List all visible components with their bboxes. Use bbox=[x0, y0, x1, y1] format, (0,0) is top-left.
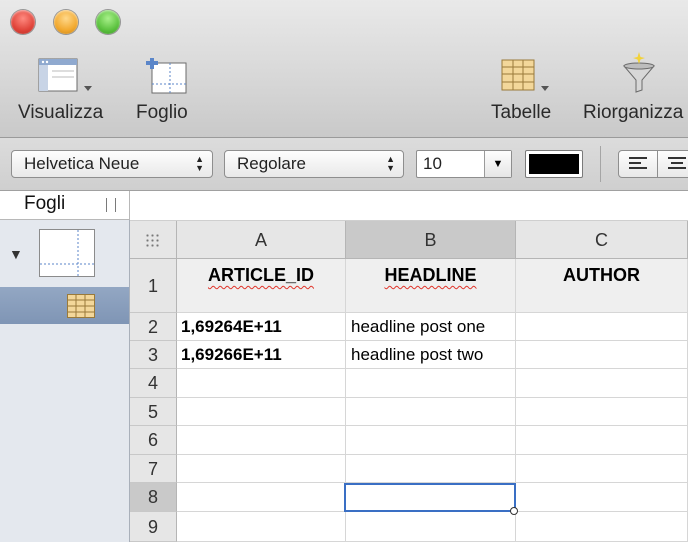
fill-handle[interactable] bbox=[510, 507, 518, 515]
table-cell[interactable] bbox=[177, 455, 346, 483]
table-cell[interactable] bbox=[516, 398, 688, 426]
align-center-button[interactable] bbox=[657, 151, 688, 177]
text-color-swatch bbox=[529, 154, 579, 174]
table-cell[interactable] bbox=[177, 369, 346, 398]
minimize-window-button[interactable] bbox=[54, 10, 78, 34]
align-center-icon bbox=[668, 157, 686, 172]
font-size-value[interactable]: 10 bbox=[423, 154, 442, 174]
disclosure-triangle-icon[interactable]: ▼ bbox=[9, 246, 23, 262]
table-cell[interactable] bbox=[516, 455, 688, 483]
sheet-thumbnail[interactable] bbox=[39, 229, 95, 277]
sheets-sidebar: ▼ bbox=[0, 220, 130, 542]
sheets-sidebar-header: Fogli bbox=[0, 191, 130, 220]
table-icon bbox=[67, 294, 95, 318]
font-size-combobox[interactable]: 10 ▼ bbox=[416, 150, 512, 178]
table-cell[interactable] bbox=[177, 483, 346, 512]
canvas-top-area bbox=[130, 191, 688, 221]
header-article-id: ARTICLE_ID bbox=[207, 265, 314, 285]
sidebar-item-sheet[interactable]: ▼ bbox=[0, 220, 129, 286]
row-header-8[interactable]: 8 bbox=[130, 483, 177, 512]
table-cell[interactable] bbox=[177, 398, 346, 426]
header-headline: HEADLINE bbox=[384, 265, 477, 285]
cell-c2[interactable] bbox=[516, 313, 688, 341]
row-header-9[interactable]: 9 bbox=[130, 512, 177, 542]
row-header-1[interactable]: 1 bbox=[130, 259, 177, 313]
table-cell[interactable] bbox=[346, 512, 516, 542]
table-header-cell[interactable]: AUTHOR bbox=[516, 259, 688, 313]
header-author: AUTHOR bbox=[563, 265, 640, 285]
column-header-b[interactable]: B bbox=[346, 221, 516, 259]
table-cell[interactable] bbox=[346, 426, 516, 455]
text-alignment-control bbox=[618, 150, 688, 178]
stepper-arrows-icon: ▲ ▼ bbox=[386, 154, 395, 173]
view-icon bbox=[38, 58, 92, 92]
column-header-c[interactable]: C bbox=[516, 221, 688, 259]
row-header-2[interactable]: 2 bbox=[130, 313, 177, 341]
sidebar-title: Fogli bbox=[24, 193, 66, 214]
align-left-button[interactable] bbox=[619, 151, 656, 177]
view-toolbar-label: Visualizza bbox=[18, 102, 104, 123]
table-cell[interactable] bbox=[346, 369, 516, 398]
table-icon bbox=[501, 59, 549, 91]
table-cell[interactable] bbox=[516, 426, 688, 455]
row-header-6[interactable]: 6 bbox=[130, 426, 177, 455]
table-cell[interactable] bbox=[346, 398, 516, 426]
table-cell[interactable] bbox=[177, 426, 346, 455]
row-header-7[interactable]: 7 bbox=[130, 455, 177, 483]
cell-b3[interactable]: headline post two bbox=[346, 341, 516, 369]
font-family-value: Helvetica Neue bbox=[24, 154, 140, 173]
format-bar-divider bbox=[600, 146, 601, 182]
close-window-button[interactable] bbox=[11, 10, 35, 34]
font-family-popup[interactable]: Helvetica Neue ▲ ▼ bbox=[11, 150, 213, 178]
font-style-value: Regolare bbox=[237, 154, 306, 173]
table-cell[interactable] bbox=[516, 369, 688, 398]
table-cell[interactable] bbox=[346, 455, 516, 483]
zoom-window-button[interactable] bbox=[96, 10, 120, 34]
table-cell[interactable] bbox=[516, 512, 688, 542]
funnel-icon bbox=[622, 52, 656, 93]
table-select-all-handle[interactable] bbox=[130, 221, 177, 259]
sidebar-item-table[interactable] bbox=[0, 287, 129, 324]
font-style-popup[interactable]: Regolare ▲ ▼ bbox=[224, 150, 404, 178]
row-header-5[interactable]: 5 bbox=[130, 398, 177, 426]
cell-a2[interactable]: 1,69264E+11 bbox=[177, 313, 346, 341]
sheet-toolbar-label: Foglio bbox=[136, 102, 188, 123]
text-color-well[interactable] bbox=[525, 150, 583, 178]
spreadsheet-table: A B C 1 2 3 4 5 6 7 8 9 ARTICLE_ID HEADL… bbox=[130, 221, 688, 542]
resize-handle-icon[interactable] bbox=[106, 198, 116, 212]
reorganize-toolbar-label: Riorganizza bbox=[583, 102, 684, 123]
add-sheet-icon bbox=[146, 58, 187, 94]
window-toolbar: Visualizza Foglio Tabelle Riorganizza bbox=[0, 0, 688, 138]
stepper-arrows-icon: ▲ ▼ bbox=[195, 154, 204, 173]
sheet-icon bbox=[40, 230, 94, 276]
table-header-cell[interactable]: HEADLINE bbox=[346, 259, 516, 313]
cell-selection-outline bbox=[344, 483, 516, 512]
row-header-4[interactable]: 4 bbox=[130, 369, 177, 398]
table-header-cell[interactable]: ARTICLE_ID bbox=[177, 259, 346, 313]
row-header-3[interactable]: 3 bbox=[130, 341, 177, 369]
column-header-a[interactable]: A bbox=[177, 221, 346, 259]
tables-toolbar-label: Tabelle bbox=[491, 102, 552, 123]
grip-dots-icon bbox=[145, 233, 159, 247]
cell-b2[interactable]: headline post one bbox=[346, 313, 516, 341]
format-bar: Helvetica Neue ▲ ▼ Regolare ▲ ▼ 10 ▼ bbox=[0, 138, 688, 191]
table-cell[interactable] bbox=[177, 512, 346, 542]
align-left-icon bbox=[629, 157, 647, 172]
cell-c3[interactable] bbox=[516, 341, 688, 369]
cell-a3[interactable]: 1,69266E+11 bbox=[177, 341, 346, 369]
table-cell[interactable] bbox=[516, 483, 688, 512]
chevron-down-icon[interactable]: ▼ bbox=[484, 151, 511, 177]
